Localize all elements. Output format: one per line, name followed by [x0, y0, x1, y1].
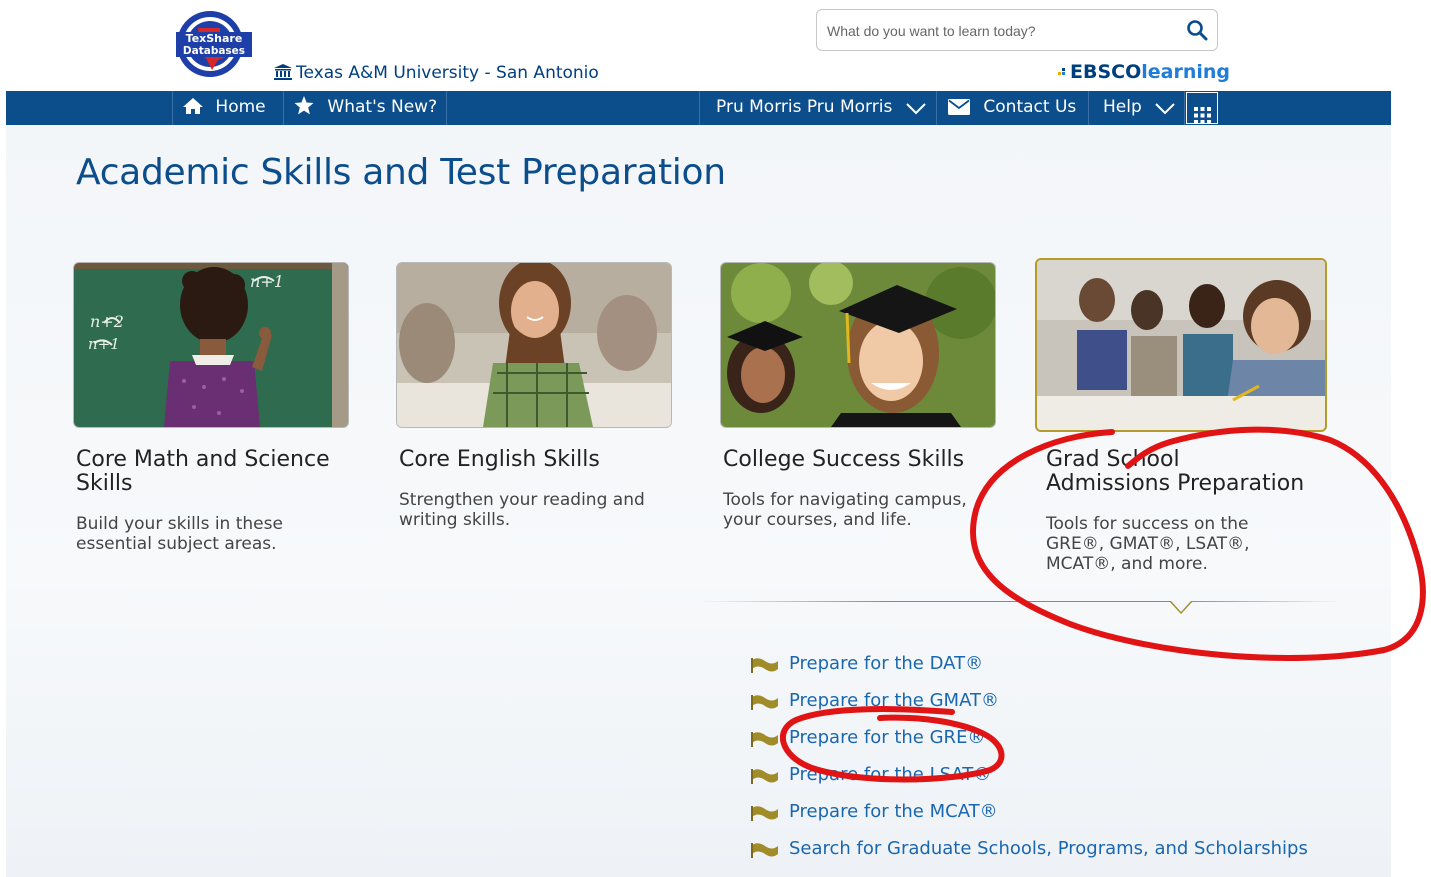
link-item-gmat[interactable]: Prepare for the GMAT®	[751, 690, 1308, 727]
nav-separator	[699, 91, 700, 125]
flag-icon	[751, 730, 779, 752]
chevron-down-icon	[906, 97, 926, 117]
link-gmat[interactable]: Prepare for the GMAT®	[789, 690, 999, 711]
search-input[interactable]	[825, 18, 1169, 44]
ebsco-learning-logo: EBSCOlearning	[1058, 61, 1230, 83]
nav-whats-new[interactable]: What's New?	[294, 91, 437, 125]
main-nav: Home What's New? Pru Morris Pru Morris C…	[6, 91, 1391, 125]
card-description: Build your skills in these essential sub…	[76, 514, 283, 554]
nav-contact-label: Contact Us	[983, 97, 1077, 117]
link-item-dat[interactable]: Prepare for the DAT®	[751, 653, 1308, 690]
nav-separator	[283, 91, 284, 125]
card-title: College Success Skills	[723, 447, 965, 472]
card-title: Grad School Admissions Preparation	[1046, 447, 1305, 496]
envelope-icon	[948, 97, 975, 117]
svg-text:n+1: n+1	[250, 272, 284, 291]
nav-separator	[446, 91, 447, 125]
svg-text:n+1: n+1	[88, 335, 120, 353]
section-divider	[699, 601, 1341, 602]
texshare-logo[interactable]: TexShare Databases	[174, 8, 254, 80]
main-content: Academic Skills and Test Preparation n+1…	[6, 125, 1391, 877]
page-title: Academic Skills and Test Preparation	[76, 152, 726, 193]
link-item-search-grad-schools[interactable]: Search for Graduate Schools, Programs, a…	[751, 838, 1308, 875]
nav-whats-new-label: What's New?	[327, 97, 438, 117]
card-college-success[interactable]: College Success Skills Tools for navigat…	[720, 262, 996, 530]
link-item-lsat[interactable]: Prepare for the LSAT®	[751, 764, 1308, 801]
nav-home[interactable]: Home	[182, 91, 266, 125]
ebsco-brand-primary: EBSCO	[1070, 61, 1142, 83]
link-item-mcat[interactable]: Prepare for the MCAT®	[751, 801, 1308, 838]
star-icon	[294, 96, 319, 117]
search-icon[interactable]	[1185, 18, 1209, 42]
logo-text-line1: TexShare	[186, 32, 243, 45]
link-gre[interactable]: Prepare for the GRE®	[789, 727, 985, 748]
svg-text:n+2: n+2	[90, 312, 124, 331]
nav-separator	[1088, 91, 1089, 125]
page: TexShare Databases Texas A&M University …	[6, 0, 1391, 877]
card-grad-school-admissions[interactable]: Grad School Admissions Preparation Tools…	[1035, 258, 1327, 574]
flag-icon	[751, 767, 779, 789]
institution-name: Texas A&M University - San Antonio	[274, 63, 599, 85]
nav-help-label: Help	[1103, 97, 1142, 117]
card-image-grad-students	[1035, 258, 1327, 432]
card-image-math: n+1 n+2 n+1	[73, 262, 349, 428]
flag-icon	[751, 841, 779, 863]
nav-user-menu[interactable]: Pru Morris Pru Morris	[716, 91, 926, 125]
home-icon	[182, 97, 209, 117]
institution-icon	[274, 64, 292, 85]
flag-icon	[751, 693, 779, 715]
nav-user-label: Pru Morris Pru Morris	[716, 97, 893, 117]
nav-separator	[172, 91, 173, 125]
divider-notch-inner	[1171, 601, 1191, 612]
flag-icon	[751, 656, 779, 678]
card-description: Strengthen your reading and writing skil…	[399, 490, 645, 530]
flag-icon	[751, 804, 779, 826]
nav-contact[interactable]: Contact Us	[948, 91, 1076, 125]
nav-separator	[936, 91, 937, 125]
card-description: Tools for success on the GRE®, GMAT®, LS…	[1046, 514, 1250, 574]
link-mcat[interactable]: Prepare for the MCAT®	[789, 801, 998, 822]
ebsco-dots-icon	[1058, 64, 1068, 78]
search-box	[816, 9, 1218, 51]
link-lsat[interactable]: Prepare for the LSAT®	[789, 764, 991, 785]
card-title: Core Math and Science Skills	[76, 447, 330, 496]
card-image-graduates	[720, 262, 996, 428]
link-search-grad-schools[interactable]: Search for Graduate Schools, Programs, a…	[789, 838, 1308, 859]
link-item-gre[interactable]: Prepare for the GRE®	[751, 727, 1308, 764]
institution-label: Texas A&M University - San Antonio	[296, 63, 599, 83]
card-core-english[interactable]: Core English Skills Strengthen your read…	[396, 262, 672, 530]
ebsco-brand-secondary: learning	[1141, 61, 1231, 83]
nav-separator	[1184, 91, 1185, 125]
card-image-english	[396, 262, 672, 428]
card-description: Tools for navigating campus, your course…	[723, 490, 967, 530]
logo-text-line2: Databases	[183, 45, 245, 57]
apps-grid-button[interactable]	[1186, 92, 1218, 124]
card-title: Core English Skills	[399, 447, 600, 472]
grad-test-links: Prepare for the DAT® Prepare for the GMA…	[751, 653, 1308, 875]
card-core-math-science[interactable]: n+1 n+2 n+1 Core Math and Science Skills…	[73, 262, 349, 554]
chevron-down-icon	[1155, 97, 1175, 117]
link-dat[interactable]: Prepare for the DAT®	[789, 653, 983, 674]
nav-home-label: Home	[215, 97, 266, 117]
nav-help-menu[interactable]: Help	[1103, 91, 1175, 125]
